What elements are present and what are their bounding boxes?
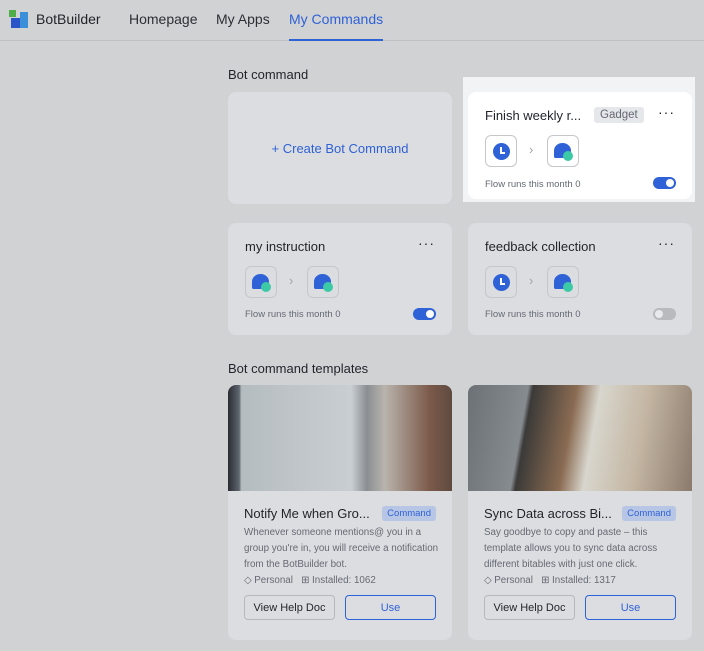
section-title-templates: Bot command templates bbox=[228, 361, 369, 376]
chevron-right-icon: › bbox=[289, 273, 294, 288]
tag-icon: ◇ bbox=[244, 575, 255, 586]
scope-label: Personal bbox=[494, 575, 533, 586]
flow-runs: Flow runs this month 0 bbox=[485, 309, 581, 320]
tab-homepage[interactable]: Homepage bbox=[129, 11, 198, 27]
template-image-desk bbox=[468, 385, 692, 491]
tag-icon: ◇ bbox=[484, 575, 495, 586]
action-chat-bubble-icon bbox=[547, 266, 579, 298]
enable-toggle[interactable] bbox=[413, 308, 436, 320]
more-icon[interactable]: ··· bbox=[418, 235, 435, 251]
template-meta: ◇ Personal ⊞ Installed: 1317 bbox=[484, 575, 616, 586]
command-badge: Command bbox=[382, 506, 436, 521]
template-description: Say goodbye to copy and paste – this tem… bbox=[484, 527, 658, 570]
scope-label: Personal bbox=[254, 575, 293, 586]
template-card: Sync Data across Bi... Command Say goodb… bbox=[468, 385, 692, 640]
card-title: my instruction bbox=[245, 239, 326, 254]
installed-count: Installed: 1317 bbox=[552, 575, 616, 586]
template-title: Sync Data across Bi... bbox=[484, 506, 612, 521]
use-button[interactable]: Use bbox=[585, 595, 676, 620]
action-chat-bubble-icon bbox=[307, 266, 339, 298]
template-card: Notify Me when Gro... Command Whenever s… bbox=[228, 385, 452, 640]
command-badge: Command bbox=[622, 506, 676, 521]
trigger-alarm-clock-icon bbox=[485, 266, 517, 298]
view-help-doc-button[interactable]: View Help Doc bbox=[244, 595, 335, 620]
template-image-laptop bbox=[228, 385, 452, 491]
tab-my-commands[interactable]: My Commands bbox=[289, 11, 384, 41]
action-chat-bubble-icon bbox=[547, 135, 579, 167]
gadget-badge: Gadget bbox=[594, 107, 644, 123]
installed-count: Installed: 1062 bbox=[312, 575, 376, 586]
template-title: Notify Me when Gro... bbox=[244, 506, 370, 521]
chevron-right-icon: › bbox=[529, 142, 534, 157]
trigger-chat-bubble-icon bbox=[245, 266, 277, 298]
installed-icon: ⊞ bbox=[301, 575, 313, 586]
use-button[interactable]: Use bbox=[345, 595, 436, 620]
more-icon[interactable]: ··· bbox=[658, 235, 675, 251]
more-icon[interactable]: ··· bbox=[658, 104, 675, 120]
enable-toggle[interactable] bbox=[653, 308, 676, 320]
brand-name: BotBuilder bbox=[36, 11, 101, 27]
view-help-doc-button[interactable]: View Help Doc bbox=[484, 595, 575, 620]
template-description: Whenever someone mentions@ you in a grou… bbox=[244, 527, 439, 570]
flow-runs: Flow runs this month 0 bbox=[245, 309, 341, 320]
installed-icon: ⊞ bbox=[541, 575, 553, 586]
command-card[interactable]: my instruction ··· › Flow runs this mont… bbox=[228, 223, 452, 335]
card-title: Finish weekly r... bbox=[485, 108, 582, 123]
tab-my-apps[interactable]: My Apps bbox=[216, 11, 270, 27]
top-nav: BotBuilder Homepage My Apps My Commands bbox=[0, 0, 704, 41]
create-label: + Create Bot Command bbox=[271, 140, 409, 156]
template-meta: ◇ Personal ⊞ Installed: 1062 bbox=[244, 575, 376, 586]
card-title: feedback collection bbox=[485, 239, 596, 254]
trigger-alarm-clock-icon bbox=[485, 135, 517, 167]
enable-toggle[interactable] bbox=[653, 177, 676, 189]
create-bot-command-button[interactable]: + Create Bot Command bbox=[228, 92, 452, 204]
command-card[interactable]: Finish weekly r... Gadget ··· › Flow run… bbox=[468, 92, 692, 199]
command-card[interactable]: feedback collection ··· › Flow runs this… bbox=[468, 223, 692, 335]
flow-runs: Flow runs this month 0 bbox=[485, 179, 581, 190]
section-title-bot-command: Bot command bbox=[228, 67, 309, 82]
chevron-right-icon: › bbox=[529, 273, 534, 288]
botbuilder-logo-icon bbox=[9, 10, 29, 28]
